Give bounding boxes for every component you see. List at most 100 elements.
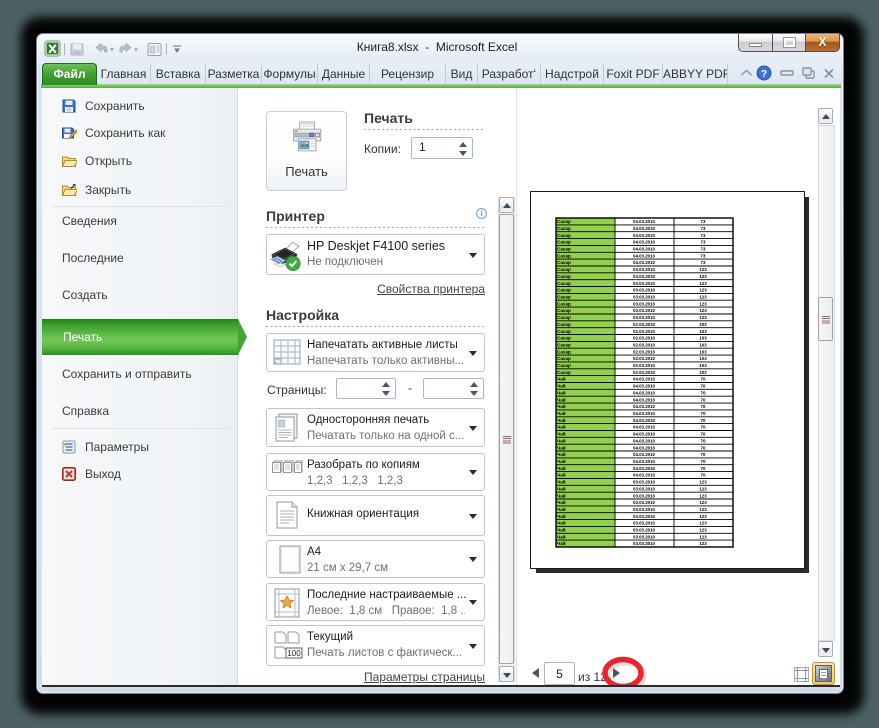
svg-text:04.03.2010: 04.03.2010 — [633, 473, 656, 478]
svg-text:70: 70 — [701, 438, 706, 443]
svg-text:03.03.2010: 03.03.2010 — [633, 521, 656, 526]
svg-text:123: 123 — [699, 514, 707, 519]
svg-text:Чай: Чай — [557, 527, 566, 533]
svg-text:Чай: Чай — [557, 479, 566, 485]
svg-text:123: 123 — [699, 308, 707, 313]
svg-text:03.03.2010: 03.03.2010 — [633, 500, 656, 505]
svg-text:Чай: Чай — [557, 485, 566, 491]
svg-text:Сахар: Сахар — [557, 315, 571, 320]
svg-text:04.03.2010: 04.03.2010 — [633, 226, 656, 231]
svg-text:103: 103 — [699, 336, 707, 341]
svg-text:123: 123 — [699, 281, 707, 286]
svg-text:103: 103 — [699, 370, 707, 375]
svg-text:70: 70 — [701, 390, 706, 395]
svg-text:123: 123 — [699, 295, 707, 300]
svg-text:02.03.2010: 02.03.2010 — [633, 322, 656, 327]
svg-text:03.03.2010: 03.03.2010 — [633, 288, 656, 293]
svg-text:04.03.2010: 04.03.2010 — [633, 438, 656, 443]
svg-text:123: 123 — [699, 301, 707, 306]
svg-text:73: 73 — [701, 233, 706, 238]
svg-text:73: 73 — [701, 240, 706, 245]
svg-text:Чай: Чай — [557, 520, 566, 526]
svg-text:123: 123 — [699, 486, 707, 491]
svg-text:04.03.2010: 04.03.2010 — [633, 247, 656, 252]
svg-text:03.03.2010: 03.03.2010 — [633, 541, 656, 546]
svg-text:Сахар: Сахар — [557, 308, 571, 313]
svg-text:70: 70 — [701, 466, 706, 471]
svg-text:Сахар: Сахар — [557, 240, 571, 245]
svg-text:123: 123 — [699, 274, 707, 279]
svg-text:04.03.2010: 04.03.2010 — [633, 260, 656, 265]
svg-text:73: 73 — [701, 253, 706, 258]
svg-text:Сахар: Сахар — [557, 288, 571, 293]
svg-text:Чай: Чай — [557, 410, 566, 416]
svg-text:Сахар: Сахар — [557, 219, 571, 224]
svg-text:123: 123 — [699, 288, 707, 293]
svg-text:02.03.2010: 02.03.2010 — [633, 329, 656, 334]
svg-text:70: 70 — [701, 404, 706, 409]
svg-text:123: 123 — [699, 521, 707, 526]
svg-text:Сахар: Сахар — [557, 253, 571, 258]
svg-text:103: 103 — [699, 349, 707, 354]
svg-text:04.03.2010: 04.03.2010 — [633, 384, 656, 389]
svg-text:123: 123 — [699, 507, 707, 512]
svg-text:70: 70 — [701, 459, 706, 464]
svg-text:70: 70 — [701, 411, 706, 416]
svg-text:02.03.2010: 02.03.2010 — [633, 370, 656, 375]
svg-text:70: 70 — [701, 425, 706, 430]
svg-text:04.03.2010: 04.03.2010 — [633, 219, 656, 224]
svg-text:Сахар: Сахар — [557, 349, 571, 354]
svg-text:Чай: Чай — [557, 396, 566, 402]
svg-text:03.03.2010: 03.03.2010 — [633, 514, 656, 519]
svg-text:70: 70 — [701, 397, 706, 402]
svg-text:04.03.2010: 04.03.2010 — [633, 418, 656, 423]
svg-text:04.03.2010: 04.03.2010 — [633, 466, 656, 471]
svg-text:103: 103 — [699, 356, 707, 361]
svg-text:70: 70 — [701, 473, 706, 478]
svg-text:04.03.2010: 04.03.2010 — [633, 445, 656, 450]
svg-text:Чай: Чай — [557, 389, 566, 395]
svg-text:Чай: Чай — [557, 431, 566, 437]
svg-text:04.03.2010: 04.03.2010 — [633, 425, 656, 430]
svg-text:Чай: Чай — [557, 376, 566, 382]
svg-text:100: 100 — [287, 649, 301, 658]
svg-text:123: 123 — [699, 534, 707, 539]
svg-text:123: 123 — [699, 267, 707, 272]
svg-text:Чай: Чай — [557, 492, 566, 498]
svg-text:Сахар: Сахар — [557, 301, 571, 306]
svg-text:70: 70 — [701, 432, 706, 437]
svg-text:04.03.2010: 04.03.2010 — [633, 397, 656, 402]
svg-text:Сахар: Сахар — [557, 247, 571, 252]
svg-text:03.03.2010: 03.03.2010 — [633, 267, 656, 272]
svg-text:04.03.2010: 04.03.2010 — [633, 411, 656, 416]
svg-text:Чай: Чай — [557, 444, 566, 450]
svg-text:Сахар: Сахар — [557, 226, 571, 231]
svg-text:Чай: Чай — [557, 506, 566, 512]
svg-text:04.03.2010: 04.03.2010 — [633, 404, 656, 409]
svg-text:04.03.2010: 04.03.2010 — [633, 377, 656, 382]
svg-text:Чай: Чай — [557, 424, 566, 430]
svg-text:03.03.2010: 03.03.2010 — [633, 528, 656, 533]
svg-text:Чай: Чай — [557, 437, 566, 443]
svg-text:123: 123 — [699, 528, 707, 533]
svg-text:Чай: Чай — [557, 383, 566, 389]
svg-text:02.03.2010: 02.03.2010 — [633, 336, 656, 341]
svg-text:02.03.2010: 02.03.2010 — [633, 356, 656, 361]
svg-text:04.03.2010: 04.03.2010 — [633, 253, 656, 258]
svg-text:03.03.2010: 03.03.2010 — [633, 295, 656, 300]
svg-text:Сахар: Сахар — [557, 260, 571, 265]
svg-text:70: 70 — [701, 384, 706, 389]
svg-text:123: 123 — [699, 500, 707, 505]
svg-text:103: 103 — [699, 329, 707, 334]
svg-text:Сахар: Сахар — [557, 336, 571, 341]
svg-text:73: 73 — [701, 226, 706, 231]
svg-text:Сахар: Сахар — [557, 329, 571, 334]
svg-text:03.03.2010: 03.03.2010 — [633, 274, 656, 279]
svg-text:04.03.2010: 04.03.2010 — [633, 452, 656, 457]
svg-text:73: 73 — [701, 247, 706, 252]
svg-text:123: 123 — [699, 315, 707, 320]
svg-text:73: 73 — [701, 260, 706, 265]
svg-text:Чай: Чай — [557, 403, 566, 409]
svg-text:04.03.2010: 04.03.2010 — [633, 432, 656, 437]
svg-text:Сахар: Сахар — [557, 295, 571, 300]
